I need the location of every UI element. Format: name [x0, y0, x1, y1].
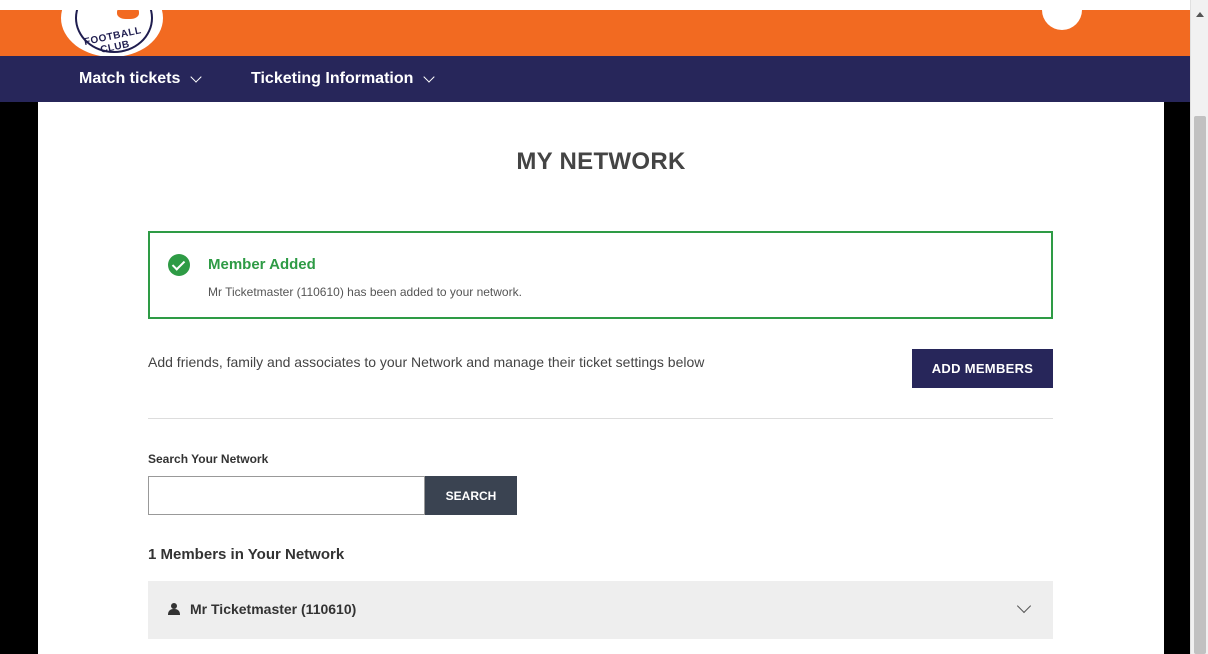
members-count: 1 Members in Your Network	[148, 546, 345, 563]
scroll-thumb[interactable]	[1194, 116, 1206, 654]
main-nav: Match tickets Ticketing Information	[0, 56, 1190, 102]
chevron-down-icon	[423, 71, 436, 83]
logo-emblem-icon	[117, 10, 139, 19]
search-label: Search Your Network	[148, 452, 269, 466]
logo-ring: FOOTBALL CLUB	[75, 10, 153, 56]
person-icon	[168, 603, 180, 615]
success-alert: Member Added Mr Ticketmaster (110610) ha…	[148, 231, 1053, 319]
main-content: MY NETWORK Member Added Mr Ticketmaster …	[38, 102, 1164, 654]
top-strip	[0, 0, 1190, 10]
logo-text: FOOTBALL CLUB	[83, 25, 143, 56]
intro-text: Add friends, family and associates to yo…	[148, 354, 705, 370]
alert-message: Mr Ticketmaster (110610) has been added …	[208, 285, 522, 299]
search-input[interactable]	[148, 476, 425, 515]
club-logo[interactable]: FOOTBALL CLUB	[58, 10, 166, 56]
nav-item-ticketing-information[interactable]: Ticketing Information	[251, 70, 436, 88]
nav-item-label: Ticketing Information	[251, 70, 414, 87]
divider	[148, 418, 1053, 419]
chevron-down-icon	[190, 71, 203, 83]
check-circle-icon	[168, 254, 190, 276]
viewport: FOOTBALL CLUB Match tickets Ticketing In…	[0, 0, 1190, 654]
page-scrollbar[interactable]	[1190, 0, 1208, 654]
account-avatar[interactable]	[1042, 10, 1082, 30]
member-row[interactable]: Mr Ticketmaster (110610)	[148, 581, 1053, 639]
site-header: FOOTBALL CLUB	[0, 10, 1190, 56]
add-members-button[interactable]: ADD MEMBERS	[912, 349, 1053, 388]
page-title: MY NETWORK	[516, 148, 686, 175]
member-name: Mr Ticketmaster (110610)	[190, 601, 357, 617]
nav-item-label: Match tickets	[79, 70, 181, 87]
alert-title: Member Added	[208, 256, 316, 273]
chevron-down-icon[interactable]	[1016, 598, 1032, 614]
nav-item-match-tickets[interactable]: Match tickets	[79, 70, 203, 88]
scroll-up-arrow-icon[interactable]	[1196, 12, 1204, 17]
search-button[interactable]: SEARCH	[425, 476, 517, 515]
